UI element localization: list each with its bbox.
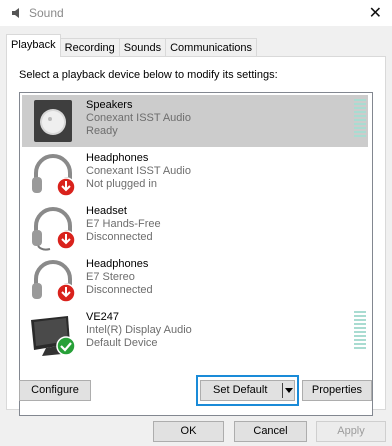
tab-recording[interactable]: Recording <box>59 38 120 57</box>
device-row-headset[interactable]: Headset E7 Hands-Free Disconnected <box>22 201 368 253</box>
headset-icon <box>32 207 76 251</box>
split-divider <box>282 383 283 398</box>
down-arrow-badge <box>56 177 76 197</box>
device-row-headphones-stereo[interactable]: Headphones E7 Stereo Disconnected <box>22 254 368 306</box>
instruction-text: Select a playback device below to modify… <box>19 69 278 81</box>
device-row-ve247[interactable]: VE247 Intel(R) Display Audio Default Dev… <box>22 307 368 359</box>
device-driver: E7 Hands-Free <box>86 218 161 230</box>
apply-button[interactable]: Apply <box>316 421 386 442</box>
device-status: Ready <box>86 125 118 137</box>
device-driver: Intel(R) Display Audio <box>86 324 192 336</box>
volume-meter <box>354 99 366 139</box>
playback-panel: Select a playback device below to modify… <box>6 56 386 416</box>
device-status: Not plugged in <box>86 178 157 190</box>
device-status: Disconnected <box>86 231 153 243</box>
device-name: VE247 <box>86 311 120 323</box>
tab-strip: Playback Recording Sounds Communications <box>6 34 258 57</box>
chevron-down-icon[interactable] <box>285 388 293 393</box>
device-status: Disconnected <box>86 284 153 296</box>
device-status: Default Device <box>86 337 158 349</box>
monitor-icon <box>31 316 76 356</box>
configure-button[interactable]: Configure <box>19 380 91 401</box>
sound-icon <box>12 8 19 18</box>
device-list[interactable]: Speakers Conexant ISST Audio Ready Headp… <box>19 92 373 416</box>
cancel-button[interactable]: Cancel <box>234 421 307 442</box>
tab-communications[interactable]: Communications <box>165 38 258 57</box>
down-arrow-badge <box>56 283 76 303</box>
device-name: Headset <box>86 205 127 217</box>
properties-button[interactable]: Properties <box>302 380 372 401</box>
tab-playback[interactable]: Playback <box>6 34 61 57</box>
ok-button[interactable]: OK <box>153 421 224 442</box>
volume-meter <box>354 311 366 351</box>
device-driver: E7 Stereo <box>86 271 135 283</box>
device-driver: Conexant ISST Audio <box>86 112 191 124</box>
device-name: Headphones <box>86 258 149 270</box>
device-name: Headphones <box>86 152 149 164</box>
device-driver: Conexant ISST Audio <box>86 165 191 177</box>
checkmark-badge <box>56 336 76 356</box>
window-title: Sound <box>29 6 64 20</box>
device-row-headphones[interactable]: Headphones Conexant ISST Audio Not plugg… <box>22 148 368 200</box>
device-row-speakers[interactable]: Speakers Conexant ISST Audio Ready <box>22 95 368 147</box>
title-bar: Sound ✕ <box>0 0 392 26</box>
set-default-button[interactable]: Set Default <box>200 380 295 401</box>
close-icon[interactable]: ✕ <box>369 3 382 23</box>
set-default-label: Set Default <box>213 384 268 396</box>
headphones-icon <box>32 260 76 303</box>
speaker-icon <box>34 100 72 142</box>
device-name: Speakers <box>86 99 133 111</box>
down-arrow-badge <box>56 230 76 250</box>
tab-sounds[interactable]: Sounds <box>118 38 167 57</box>
headphones-icon <box>32 154 76 197</box>
